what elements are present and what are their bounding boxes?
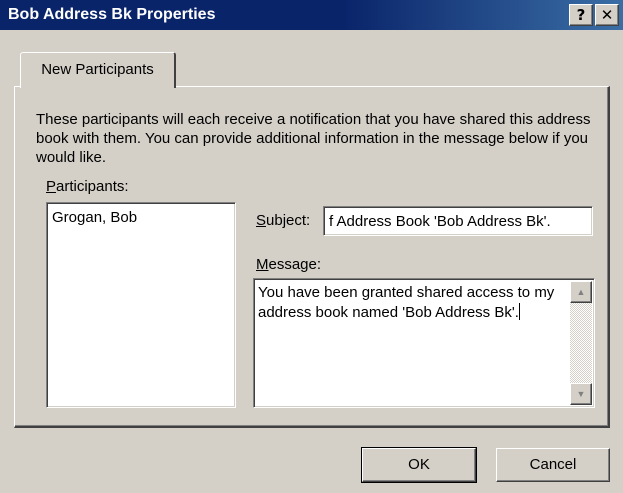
participants-list[interactable]: Grogan, Bob xyxy=(46,202,236,408)
list-item[interactable]: Grogan, Bob xyxy=(52,209,230,226)
message-scrollbar[interactable]: ▲ ▼ xyxy=(570,281,592,405)
help-button[interactable]: ? xyxy=(569,4,593,26)
subject-label-rest: ubject: xyxy=(266,212,311,229)
close-button[interactable]: ✕ xyxy=(595,4,619,26)
title-bar[interactable]: Bob Address Bk Properties ? ✕ xyxy=(0,0,623,30)
tab-label: New Participants xyxy=(41,61,154,78)
tab-new-participants[interactable]: New Participants xyxy=(20,52,176,88)
participants-label-accel: P xyxy=(46,178,57,195)
cancel-button[interactable]: Cancel xyxy=(496,448,610,482)
participants-label: Participants: xyxy=(46,178,129,195)
scroll-down-arrow-icon[interactable]: ▼ xyxy=(570,383,592,405)
properties-dialog: Bob Address Bk Properties ? ✕ New Partic… xyxy=(0,0,623,493)
message-value: You have been granted shared access to m… xyxy=(258,284,555,321)
text-caret xyxy=(518,303,520,320)
subject-input[interactable]: f Address Book 'Bob Address Bk'. xyxy=(323,206,593,236)
message-label: Message: xyxy=(256,256,321,273)
title-bar-buttons: ? ✕ xyxy=(569,4,619,26)
subject-label-accel: S xyxy=(256,212,267,229)
participants-label-rest: articipants: xyxy=(56,178,129,195)
description-text: These participants will each receive a n… xyxy=(36,111,591,166)
subject-label: Subject: xyxy=(256,212,310,229)
window-title: Bob Address Bk Properties xyxy=(8,6,216,23)
message-label-accel: M xyxy=(256,256,269,273)
scroll-up-arrow-icon[interactable]: ▲ xyxy=(570,281,592,303)
ok-button[interactable]: OK xyxy=(361,447,477,483)
message-textarea[interactable]: You have been granted shared access to m… xyxy=(253,278,595,408)
message-label-rest: essage: xyxy=(268,256,322,273)
message-text: You have been granted shared access to m… xyxy=(258,283,568,323)
